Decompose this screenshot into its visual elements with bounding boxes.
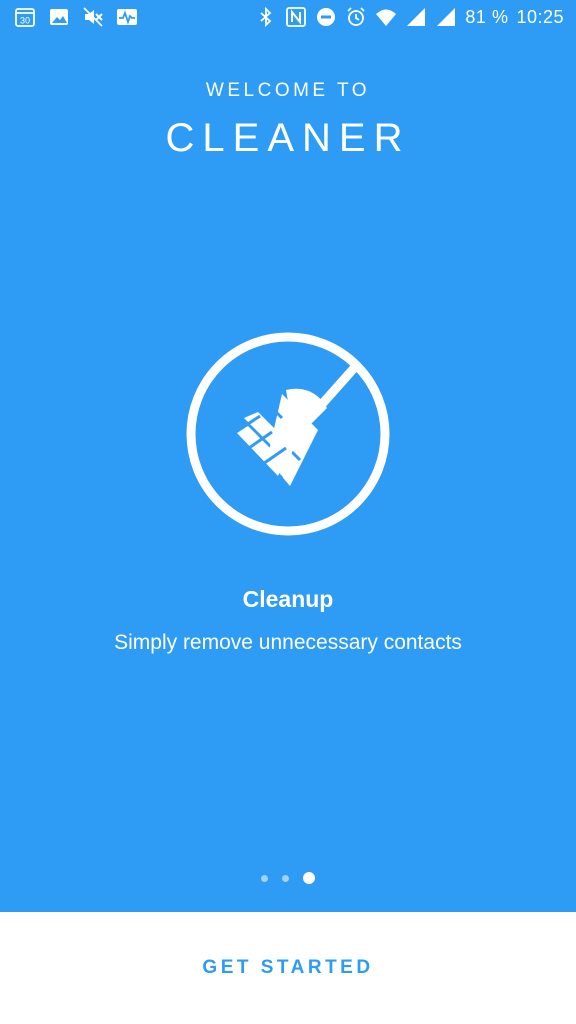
image-icon: [48, 6, 70, 28]
nfc-icon: [285, 6, 307, 28]
activity-icon: [116, 6, 138, 28]
status-bar-notifications: 30: [14, 6, 138, 28]
status-bar-system: 81 % 10:25: [255, 6, 564, 28]
broom-icon: [186, 332, 390, 536]
get-started-button[interactable]: GET STARTED: [188, 948, 388, 988]
page-indicator: [0, 870, 576, 886]
calendar-icon: 30: [14, 6, 36, 28]
status-bar: 30 81 % 10:25: [0, 0, 576, 36]
app-title: CLEANER: [165, 116, 411, 160]
page-dot[interactable]: [282, 874, 289, 882]
page-dot-active[interactable]: [303, 872, 315, 884]
clock: 10:25: [516, 7, 564, 27]
onboarding-screen: 30 81 % 10:25 WELCOME TO CLEANER Cleanup…: [0, 0, 576, 1024]
mute-icon: [82, 6, 104, 28]
page-dot[interactable]: [261, 874, 268, 882]
feature-description: Simply remove unnecessary contacts: [114, 631, 462, 654]
battery-percentage: 81 %: [465, 7, 509, 27]
feature-title: Cleanup: [242, 586, 334, 612]
signal-icon: [405, 6, 427, 28]
calendar-day-text: 30: [20, 16, 30, 26]
wifi-icon: [375, 6, 397, 28]
bottom-action-bar: GET STARTED: [0, 912, 576, 1024]
do-not-disturb-icon: [315, 6, 337, 28]
welcome-text: WELCOME TO: [205, 80, 371, 101]
bluetooth-icon: [255, 6, 277, 28]
signal-icon-2: [435, 6, 457, 28]
alarm-icon: [345, 6, 367, 28]
